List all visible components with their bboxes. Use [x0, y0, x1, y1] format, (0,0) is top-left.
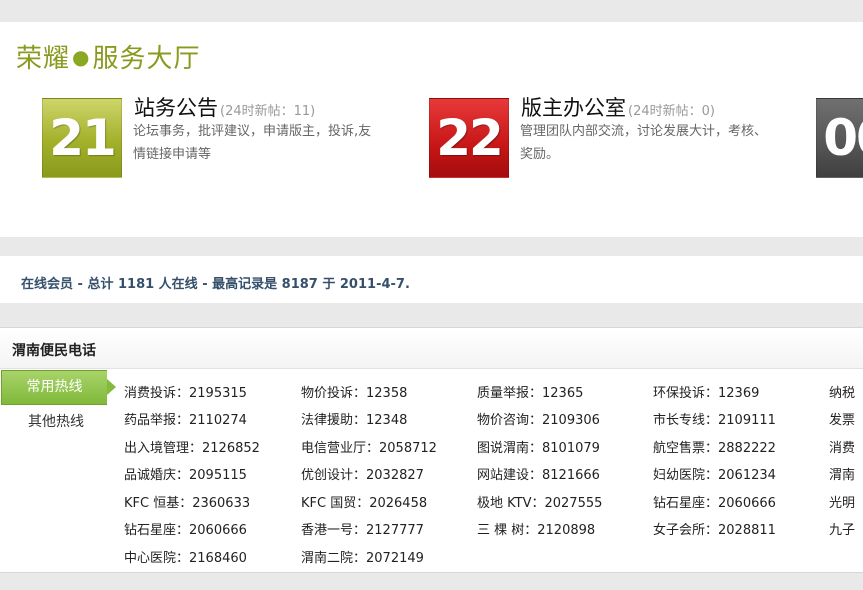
service-hall-title: 荣耀 ●服务大厅 [16, 38, 200, 75]
phone-entry: 消费 [829, 441, 856, 456]
phone-entry: 极地 KTV：2027555 [477, 496, 603, 511]
forum-new-posts: (24时新帖：0) [628, 104, 715, 119]
forum-description: 论坛事务，批评建议，申请版主，投诉,友情链接申请等 [133, 124, 372, 162]
phone-entry: 纳税 [829, 386, 856, 401]
phone-entry: 钻石星座：2060666 [124, 523, 247, 538]
phone-entry: 中心医院：2168460 [124, 551, 247, 566]
title-part-1: 荣耀 [16, 44, 71, 74]
phone-entry: 电信营业厅：2058712 [301, 441, 437, 456]
forum-name-text[interactable]: 站务公告 [134, 96, 218, 120]
tab-other-hotlines[interactable]: 其他热线 [1, 410, 111, 434]
phone-entry: 物价投诉：12358 [301, 386, 408, 401]
phone-entry: 三 棵 树：2120898 [477, 523, 596, 538]
phone-directory-panel: 渭南便民电话 常用热线 其他热线 消费投诉：2195315 药品举报：21102… [0, 327, 863, 573]
phone-entry: 药品举报：2110274 [124, 413, 247, 428]
phone-entry: 钻石星座：2060666 [653, 496, 776, 511]
title-dot-icon: ● [72, 45, 91, 69]
forum-announcements[interactable]: 21 站务公告 (24时新帖：11) 论坛事务，批评建议，申请版主，投诉,友情链接… [42, 96, 402, 178]
service-hall-panel: 荣耀 ●服务大厅 21 站务公告 (24时新帖：11) 论坛事务，批评建议，申请版主… [0, 22, 863, 237]
forum-new-posts: (24时新帖：11) [220, 104, 316, 119]
phone-entry: 消费投诉：2195315 [124, 386, 247, 401]
phone-entry: 出入境管理：2126852 [124, 441, 260, 456]
phone-entry: 法律援助：12348 [301, 413, 408, 428]
forum-name-text[interactable]: 版主办公室 [521, 96, 626, 120]
online-stats-text: 在线会员 - 总计 1181 人在线 - 最高记录是 8187 于 2011-4… [21, 277, 410, 292]
phone-entry: 妇幼医院：2061234 [653, 468, 776, 483]
phone-entry: 发票 [829, 413, 856, 428]
phone-directory-header: 渭南便民电话 [0, 328, 863, 369]
phone-entry: KFC 恒基：2360633 [124, 496, 251, 511]
online-members-bar: 在线会员 - 总计 1181 人在线 - 最高记录是 8187 于 2011-4… [0, 256, 863, 303]
phone-entry: 环保投诉：12369 [653, 386, 760, 401]
phone-directory-title: 渭南便民电话 [12, 343, 96, 359]
phone-entry: 图说渭南：8101079 [477, 441, 600, 456]
phone-entry: 女子会所：2028811 [653, 523, 776, 538]
forum-third[interactable]: 00 [816, 98, 863, 178]
phone-entry: 网站建设：8121666 [477, 468, 600, 483]
phone-entry: 光明 [829, 496, 856, 511]
forum-number-tile[interactable]: 22 [429, 98, 509, 178]
phone-entry: 优创设计：2032827 [301, 468, 424, 483]
forum-moderator-office[interactable]: 22 版主办公室 (24时新帖：0) 管理团队内部交流，讨论发展大计，考核、奖励。 [429, 96, 789, 178]
forum-name[interactable]: 站务公告 (24时新帖：11) [134, 92, 315, 122]
phone-entry: 品诚婚庆：2095115 [124, 468, 247, 483]
top-gap [0, 0, 863, 22]
forum-number-tile[interactable]: 00 [816, 98, 863, 178]
title-part-2: 服务大厅 [92, 44, 201, 74]
phone-entry: 渭南二院：2072149 [301, 551, 424, 566]
tab-common-hotlines[interactable]: 常用热线 [1, 370, 116, 405]
phone-entry: 物价咨询：2109306 [477, 413, 600, 428]
phone-entry: 市长专线：2109111 [653, 413, 776, 428]
phone-entry: 渭南 [829, 468, 856, 483]
forum-description: 管理团队内部交流，讨论发展大计，考核、奖励。 [520, 124, 768, 162]
phone-entry: 九子 [829, 523, 856, 538]
phone-list: 消费投诉：2195315 药品举报：2110274 出入境管理：2126852 … [124, 382, 863, 572]
phone-entry: KFC 国贸：2026458 [301, 496, 428, 511]
forum-name[interactable]: 版主办公室 (24时新帖：0) [521, 92, 715, 122]
phone-entry: 质量举报：12365 [477, 386, 584, 401]
phone-entry: 香港一号：2127777 [301, 523, 424, 538]
forum-number-tile[interactable]: 21 [42, 98, 122, 178]
phone-entry: 航空售票：2882222 [653, 441, 776, 456]
